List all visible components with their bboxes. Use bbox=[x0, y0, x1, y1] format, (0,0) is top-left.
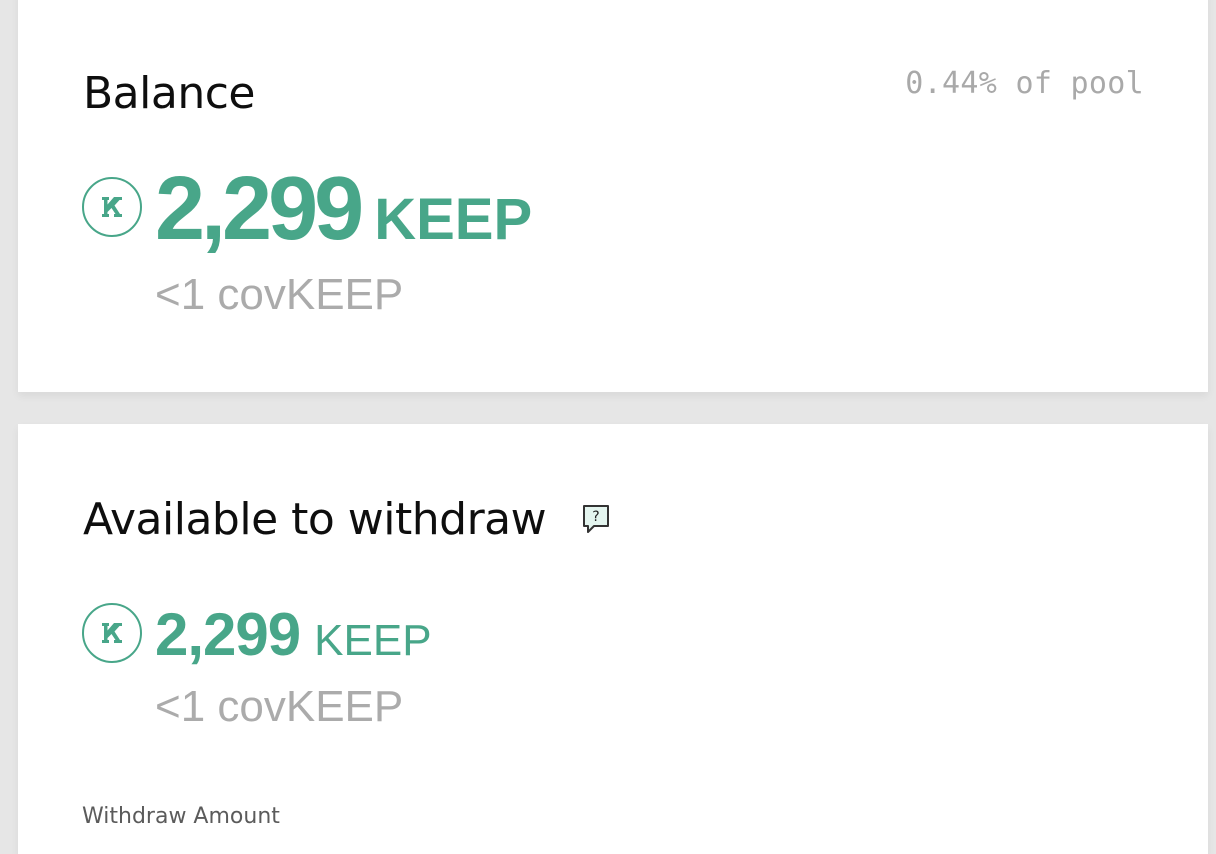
keep-token-icon bbox=[82, 603, 142, 663]
keep-token-icon bbox=[82, 177, 142, 237]
balance-amount: 2,299 bbox=[155, 159, 364, 259]
pool-share-text: 0.44% of pool bbox=[905, 66, 1144, 101]
balance-cov-amount: <1 covKEEP bbox=[155, 270, 404, 319]
balance-unit: KEEP bbox=[374, 187, 533, 252]
withdraw-amount: 2,299 bbox=[155, 601, 301, 668]
keep-k-glyph-icon bbox=[102, 197, 122, 217]
balance-amount-line: 2,299 KEEP bbox=[155, 158, 532, 261]
svg-text:?: ? bbox=[592, 509, 599, 525]
withdraw-card: Available to withdraw ? 2,299 KEEP <1 cov… bbox=[18, 424, 1208, 854]
balance-title: Balance bbox=[83, 68, 255, 119]
withdraw-amount-label: Withdraw Amount bbox=[82, 804, 280, 829]
question-chat-icon[interactable]: ? bbox=[581, 503, 611, 535]
withdraw-amount-line: 2,299 KEEP bbox=[155, 600, 432, 669]
keep-k-glyph-icon bbox=[102, 623, 122, 643]
balance-card: Balance 0.44% of pool 2,299 KEEP <1 covKE… bbox=[18, 0, 1208, 392]
withdraw-title: Available to withdraw bbox=[83, 494, 547, 545]
withdraw-cov-amount: <1 covKEEP bbox=[155, 682, 404, 731]
withdraw-unit: KEEP bbox=[314, 616, 432, 665]
